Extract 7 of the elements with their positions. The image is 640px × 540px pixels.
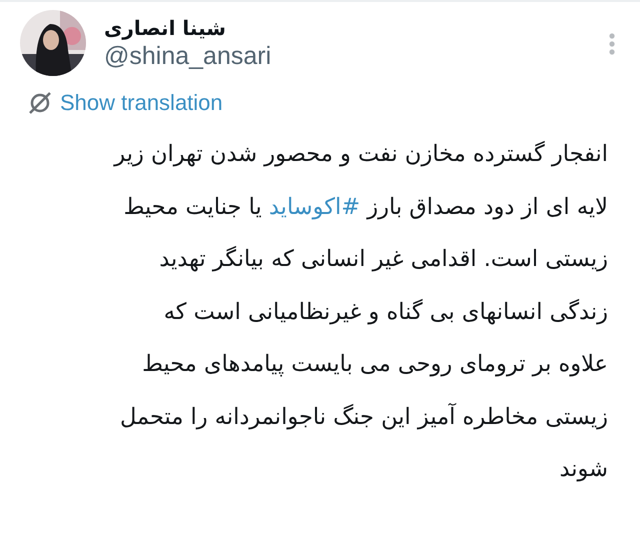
more-options-icon[interactable] <box>608 32 616 56</box>
show-translation-link[interactable]: Show translation <box>60 90 223 116</box>
author-handle[interactable]: @shina_ansari <box>104 42 272 70</box>
hashtag-link[interactable]: #اکوساید <box>268 194 360 220</box>
author-name[interactable]: شینا انصاری <box>104 16 226 40</box>
globe-slash-icon <box>28 91 52 115</box>
tweet-text: انفجار گسترده مخازن نفت و محصور شدن تهران زیر لایه ای از دود مصداق بارز #اکوساید یا جنایت محیط زیستی است. اقدامی غیر انسانی که بیانگر تهدید زندگی انسانهای بی گناه و غیرنظامیانی است که علاوه بر ترومای روحی می بایست پیامدهای محیط زیستی مخاطره آمیز این جنگ ناجوانمردانه را متحمل شوند <box>112 140 609 484</box>
